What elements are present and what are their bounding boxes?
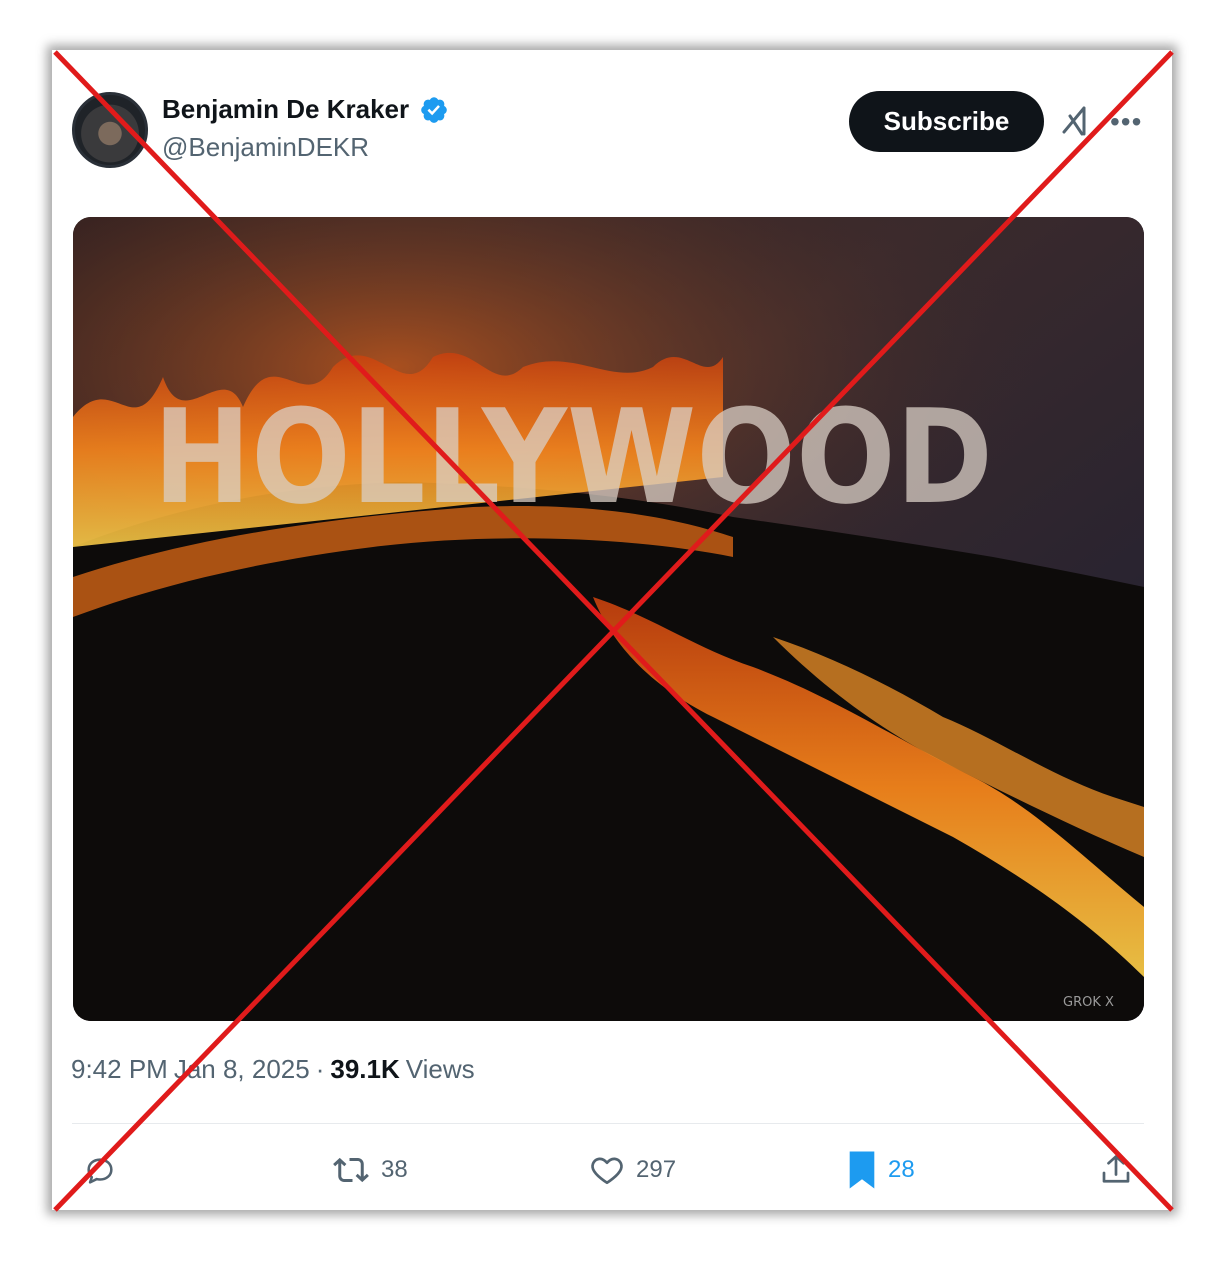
meta-separator: · — [315, 1054, 325, 1084]
author-name-row: Benjamin De Kraker — [162, 94, 449, 125]
tweet-card: Benjamin De Kraker @BenjaminDEKR Subscri… — [52, 50, 1172, 1210]
views-label: Views — [405, 1054, 475, 1084]
tweet-actions: 38 297 28 — [52, 1140, 1172, 1200]
bookmark-button[interactable]: 28 — [846, 1150, 915, 1190]
heart-icon — [591, 1157, 623, 1185]
author-display-name[interactable]: Benjamin De Kraker — [162, 94, 409, 125]
views-count: 39.1K — [330, 1054, 400, 1084]
grok-icon[interactable] — [1060, 102, 1094, 140]
share-icon — [1102, 1155, 1130, 1183]
share-button[interactable] — [1098, 1152, 1134, 1188]
tweet-media-image[interactable]: HOLLYWOOD GROK X — [73, 217, 1144, 1021]
verified-badge-icon — [421, 96, 447, 123]
author-handle[interactable]: @BenjaminDEKR — [162, 132, 369, 163]
tweet-meta: 9:42 PM Jan 8, 2025 · 39.1K Views — [71, 1054, 475, 1085]
repost-icon — [333, 1157, 369, 1183]
bookmark-icon — [849, 1151, 875, 1189]
like-count: 297 — [636, 1156, 677, 1183]
actions-divider — [72, 1123, 1144, 1124]
tweet-date[interactable]: Jan 8, 2025 — [174, 1054, 310, 1085]
grok-watermark: GROK X — [1063, 995, 1114, 1010]
like-button[interactable]: 297 — [588, 1152, 676, 1188]
repost-count: 38 — [381, 1156, 408, 1183]
subscribe-button[interactable]: Subscribe — [849, 91, 1044, 152]
reply-button[interactable] — [82, 1154, 118, 1188]
tweet-time[interactable]: 9:42 PM — [71, 1054, 168, 1085]
more-options-icon[interactable]: ••• — [1110, 106, 1142, 138]
avatar[interactable] — [72, 92, 148, 168]
repost-button[interactable]: 38 — [331, 1152, 408, 1188]
bookmark-count: 28 — [888, 1156, 915, 1183]
reply-icon — [87, 1158, 113, 1184]
